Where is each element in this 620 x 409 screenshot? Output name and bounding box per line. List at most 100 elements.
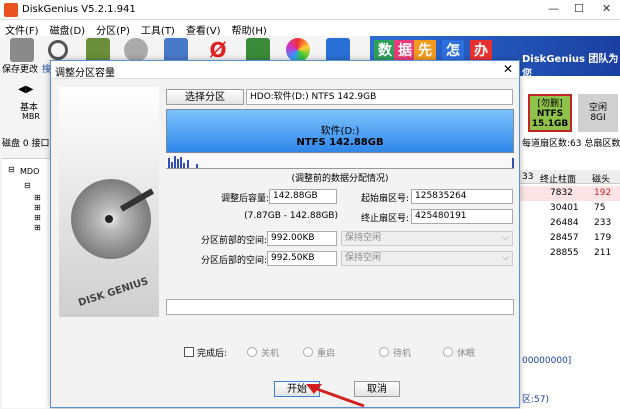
tree-node-icon[interactable]: ⊞ xyxy=(34,223,41,232)
before-space-option: 保持空闲 xyxy=(345,233,382,243)
on-finish-label: 完成后: xyxy=(197,349,228,359)
radio-standby-label: 待机 xyxy=(393,349,412,359)
recycle-icon[interactable] xyxy=(246,38,270,62)
radio-shutdown-label: 关机 xyxy=(261,349,280,359)
section-title: (调整前的数据分配情况) xyxy=(291,174,389,184)
partition-icon[interactable] xyxy=(86,38,110,62)
size-after-label: 调整后容量: xyxy=(220,194,269,204)
end-sector-label: 终止扇区号: xyxy=(360,214,409,224)
search-icon[interactable] xyxy=(48,40,68,60)
tree-node-icon[interactable]: ⊟ xyxy=(24,181,31,190)
after-space-select[interactable]: 保持空闲 ⌵ xyxy=(341,251,513,266)
end-sector-input[interactable]: 425480191 xyxy=(411,209,513,224)
tree-expand-icon[interactable]: ⊟ xyxy=(8,165,15,174)
before-space-select[interactable]: 保持空闲 ⌵ xyxy=(341,231,513,246)
table-row[interactable]: 26484 233 xyxy=(520,216,620,231)
partition-table-area: [勿删] NTFS 15.1GB 空闲 8GI 每道扇区数:63 总扇区数 33… xyxy=(520,76,620,409)
app-logo-icon xyxy=(4,3,18,17)
radio-hibernate[interactable] xyxy=(443,347,453,357)
dialog-title: 调整分区容量 xyxy=(55,68,115,79)
start-sector-label: 起始扇区号: xyxy=(360,194,409,204)
before-space-input[interactable]: 992.00KB xyxy=(267,231,337,246)
table-rows: 7832 192 30401 75 26484 233 28457 179 28855 2… xyxy=(520,186,620,261)
computer-icon[interactable] xyxy=(164,38,188,62)
tree-node-icon[interactable]: ⊞ xyxy=(34,193,41,202)
on-finish-checkbox[interactable] xyxy=(184,347,194,357)
col-header: 33 xyxy=(522,172,534,182)
maximize-icon[interactable]: ☐ xyxy=(574,2,584,15)
data-bar xyxy=(168,158,170,168)
menu-bar: 文件(F) 磁盘(D) 分区(P) 工具(T) 查看(V) 帮助(H) xyxy=(0,20,620,37)
pointer-arrow-icon xyxy=(306,384,365,408)
disk-panel: ◀▶ 基本 MBR 磁盘 0 接口 ⊟ MDO ⊟ ⊞ ⊞ ⊞ ⊞ xyxy=(0,76,50,409)
size-range-hint: (7.87GB - 142.88GB) xyxy=(244,211,338,221)
monitor-icon[interactable] xyxy=(326,38,350,62)
table-header: 33 终止柱面 磁头 xyxy=(520,170,620,185)
data-bar xyxy=(174,156,176,168)
partition-block-label: [勿删] xyxy=(537,99,563,109)
col-header: 磁头 xyxy=(592,175,611,185)
save-label: 保存更改 xyxy=(2,65,39,75)
free-block[interactable]: 空闲 8GI xyxy=(578,94,618,132)
radio-hibernate-label: 休眠 xyxy=(457,349,476,359)
sector-info: 每道扇区数:63 总扇区数 xyxy=(522,139,620,149)
banner-block: 先 xyxy=(414,40,436,62)
menu-partition[interactable]: 分区(P) xyxy=(91,20,136,37)
chevron-down-icon: ⌵ xyxy=(502,233,509,243)
mbr-label: MBR xyxy=(22,112,40,121)
minimize-icon[interactable]: — xyxy=(548,2,559,15)
table-row[interactable]: 7832 192 xyxy=(520,186,620,201)
partition-info-field: HDO:软件(D:) NTFS 142.9GB xyxy=(246,89,513,105)
after-space-input[interactable]: 992.50KB xyxy=(267,251,337,266)
col-header: 终止柱面 xyxy=(540,175,577,185)
radio-restart-label: 重启 xyxy=(317,349,336,359)
partition-block[interactable]: [勿删] NTFS 15.1GB xyxy=(528,94,572,132)
partition-bar[interactable]: 软件(D:) NTFS 142.88GB xyxy=(166,109,514,153)
start-sector-input[interactable]: 125835264 xyxy=(411,189,513,204)
size-after-input[interactable]: 142.88GB xyxy=(269,189,337,204)
free-block-size: 8GI xyxy=(590,113,606,123)
menu-disk[interactable]: 磁盘(D) xyxy=(45,20,92,37)
delete-icon[interactable]: Ø xyxy=(206,38,230,62)
menu-file[interactable]: 文件(F) xyxy=(0,20,45,37)
partition-block-fs: NTFS xyxy=(536,109,564,119)
radio-shutdown[interactable] xyxy=(247,347,257,357)
select-partition-button[interactable]: 选择分区 xyxy=(166,89,244,105)
partition-bar-name: 软件(D:) xyxy=(320,126,360,137)
color-wheel-icon[interactable] xyxy=(286,38,310,62)
data-bar xyxy=(187,160,189,168)
data-distribution-map xyxy=(166,155,514,169)
tree-view[interactable]: ⊟ MDO ⊟ ⊞ ⊞ ⊞ ⊞ xyxy=(2,158,50,408)
data-bar xyxy=(171,162,173,168)
progress-bar xyxy=(166,299,514,315)
table-row[interactable]: 30401 75 xyxy=(520,201,620,216)
info-fragment: 00000000] xyxy=(522,356,572,366)
before-space-label: 分区前部的空间: xyxy=(200,236,267,246)
radio-restart[interactable] xyxy=(303,347,313,357)
menu-help[interactable]: 帮助(H) xyxy=(227,20,273,37)
table-row[interactable]: 28855 211 xyxy=(520,246,620,261)
free-block-label: 空闲 xyxy=(588,103,607,113)
data-bar xyxy=(183,163,185,168)
banner-block: 怎 xyxy=(442,40,464,62)
disk-spindle-icon xyxy=(105,215,113,223)
close-icon[interactable]: ✕ xyxy=(602,2,611,15)
nav-arrows[interactable]: ◀▶ xyxy=(18,84,33,95)
disk-icon[interactable] xyxy=(124,38,148,62)
radio-standby[interactable] xyxy=(379,347,389,357)
hard-disk-image: DISK GENIUS xyxy=(59,87,159,317)
menu-view[interactable]: 查看(V) xyxy=(181,20,227,37)
table-row[interactable]: 28457 179 xyxy=(520,231,620,246)
banner-block: 据 xyxy=(394,40,416,62)
menu-tools[interactable]: 工具(T) xyxy=(136,20,181,37)
info-fragment: 区:57) xyxy=(522,395,549,405)
app-titlebar: DiskGenius V5.2.1.941 — ☐ ✕ xyxy=(0,0,620,20)
data-bar xyxy=(177,159,179,168)
dialog-close-icon[interactable]: ✕ xyxy=(503,62,513,76)
save-icon[interactable] xyxy=(10,38,34,62)
tree-node-icon[interactable]: ⊞ xyxy=(34,213,41,222)
after-space-label: 分区后部的空间: xyxy=(200,256,267,266)
after-space-option: 保持空闲 xyxy=(345,253,382,263)
tree-node-icon[interactable]: ⊞ xyxy=(34,203,41,212)
diskgenius-logo: DISK GENIUS xyxy=(77,276,150,309)
